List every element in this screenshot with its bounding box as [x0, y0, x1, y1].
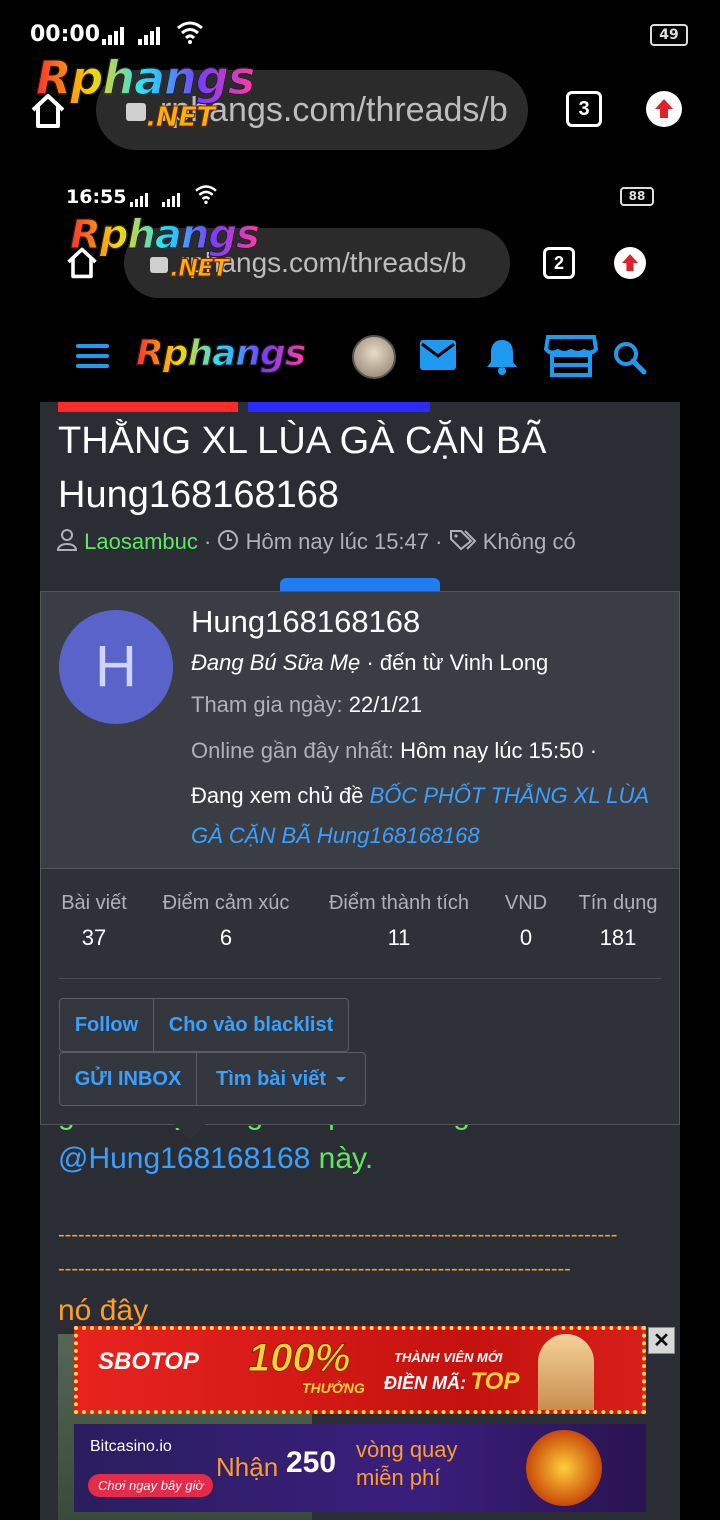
thread-title: THẰNG XL LÙA GÀ CẶN BÃ Hung168168168	[58, 420, 547, 516]
rphangs-logo: Rphangs	[35, 51, 255, 105]
online-value: Hôm nay lúc 15:50 ·	[400, 738, 598, 763]
rphangs-logo-suffix: .NET	[170, 254, 230, 283]
popup-indicator	[280, 578, 440, 592]
viewing-label: Đang xem chủ đề	[191, 783, 364, 808]
bitcasino-brand: Bitcasino.io	[90, 1438, 172, 1455]
bitcasino-spins-line1: vòng quay	[356, 1437, 458, 1462]
mention-suffix: này.	[310, 1142, 374, 1175]
post-mention-line: @Hung168168168 này.	[58, 1142, 658, 1176]
bitcasino-receive: Nhận	[216, 1452, 279, 1482]
inner-status-bar: 16:55 88	[66, 184, 660, 210]
post-divider: ----------------------------------------…	[58, 1224, 618, 1246]
joined-value: 22/1/21	[348, 692, 423, 717]
stat-credit: Tín dụng 181	[578, 892, 658, 950]
ad-model-image	[538, 1334, 594, 1410]
bell-icon[interactable]	[484, 336, 520, 381]
member-title-line: Đang Bú Sữa Mẹ · đến từ Vinh Long	[191, 650, 548, 676]
sbotop-code: TOP	[470, 1368, 520, 1395]
thread-tags: Không có	[482, 528, 576, 554]
member-activity: Đang xem chủ đề BỐC PHỐT THẰNG XL LÙA GÀ…	[191, 776, 661, 856]
upload-icon[interactable]	[646, 91, 682, 127]
stat-trophies: Điểm thành tích 11	[328, 892, 470, 950]
thread-author[interactable]: Laosambuc	[84, 529, 198, 554]
search-icon[interactable]	[612, 340, 648, 381]
status-bar: 00:00 49	[30, 20, 690, 52]
sbotop-percent: 100%	[247, 1336, 351, 1381]
member-avatar[interactable]: H	[59, 610, 173, 724]
find-posts-label: Tìm bài viết	[215, 1067, 327, 1090]
signal-icon	[130, 188, 150, 207]
wifi-icon	[176, 20, 204, 50]
sbotop-code-line: ĐIỀN MÃ: TOP	[384, 1368, 519, 1396]
rphangs-logo-suffix: .NET	[145, 100, 215, 134]
tooltip-arrow	[174, 1124, 206, 1140]
tag-icon	[449, 529, 477, 557]
mail-icon[interactable]	[418, 338, 458, 377]
bitcasino-amount: 250	[286, 1446, 337, 1479]
clock-icon	[217, 529, 239, 557]
upload-icon[interactable]	[614, 247, 646, 279]
user-icon	[56, 528, 78, 558]
sbotop-bonus: THƯỞNG	[302, 1380, 365, 1396]
caret-down-icon	[336, 1076, 347, 1082]
signal-icon	[102, 26, 126, 45]
menu-icon[interactable]	[76, 344, 109, 374]
send-inbox-button[interactable]: GỬI INBOX	[59, 1052, 197, 1106]
post-text: nó đây	[58, 1294, 149, 1327]
battery-indicator: 88	[620, 187, 654, 206]
thread-meta: Laosambuc · Hôm nay lúc 15:47 · Không có	[56, 528, 676, 558]
online-label: Online gần đây nhất:	[191, 738, 395, 763]
joined-label: Tham gia ngày:	[191, 692, 343, 717]
stats-divider	[59, 978, 661, 979]
banner-strip-red	[58, 402, 238, 412]
tab-count-button[interactable]: 3	[566, 91, 602, 127]
store-icon[interactable]	[543, 333, 599, 384]
bitcasino-cta-button[interactable]: Chơi ngay bây giờ	[88, 1474, 214, 1497]
post-divider: ----------------------------------------…	[58, 1258, 571, 1280]
slot-seven-image	[526, 1430, 602, 1506]
tab-count-button[interactable]: 2	[543, 247, 575, 279]
battery-indicator: 49	[650, 24, 688, 46]
wifi-icon	[194, 184, 218, 208]
member-joined: Tham gia ngày: 22/1/21	[191, 692, 422, 718]
member-title: Đang Bú Sữa Mẹ	[191, 650, 361, 675]
banner-strip-blue	[248, 402, 430, 412]
bitcasino-spins: vòng quay miễn phí	[356, 1436, 458, 1492]
sbotop-ad-banner[interactable]: SBOTOP 100% THƯỞNG THÀNH VIÊN MỚI ĐIỀN M…	[74, 1326, 646, 1414]
bitcasino-spins-line2: miễn phí	[356, 1465, 441, 1490]
stat-posts: Bài viết 37	[61, 892, 127, 950]
signal-icon	[138, 26, 162, 45]
site-logo[interactable]: Rphangs	[135, 332, 306, 376]
member-location: · đến từ Vinh Long	[366, 650, 549, 675]
stat-vnd: VND 0	[504, 892, 548, 950]
sbotop-member: THÀNH VIÊN MỚI	[394, 1350, 503, 1365]
status-time: 00:00	[30, 22, 101, 47]
member-stats: Bài viết 37 Điểm cảm xúc 6 Điểm thành tí…	[59, 892, 661, 962]
ad-close-button[interactable]: ✕	[648, 1327, 675, 1354]
member-online: Online gần đây nhất: Hôm nay lúc 15:50 ·	[191, 738, 597, 764]
lock-icon	[126, 103, 146, 122]
follow-button[interactable]: Follow	[59, 998, 154, 1052]
thread-time: Hôm nay lúc 15:47	[245, 528, 430, 554]
rphangs-logo: Rphangs	[70, 212, 261, 259]
status-time: 16:55	[66, 186, 127, 208]
lock-icon	[150, 256, 168, 273]
mention-link[interactable]: @Hung168168168	[58, 1142, 310, 1175]
blacklist-button[interactable]: Cho vào blacklist	[153, 998, 349, 1052]
bitcasino-ad-banner[interactable]: Bitcasino.io Chơi ngay bây giờ Nhận 250 …	[74, 1424, 646, 1512]
sbotop-code-label: ĐIỀN MÃ:	[384, 1373, 466, 1393]
member-username[interactable]: Hung168168168	[191, 604, 420, 640]
signal-icon	[162, 188, 182, 207]
stat-reactions: Điểm cảm xúc 6	[162, 892, 290, 950]
user-avatar[interactable]	[352, 335, 396, 379]
find-posts-button[interactable]: Tìm bài viết	[196, 1052, 366, 1106]
sbotop-brand: SBOTOP	[98, 1348, 199, 1375]
